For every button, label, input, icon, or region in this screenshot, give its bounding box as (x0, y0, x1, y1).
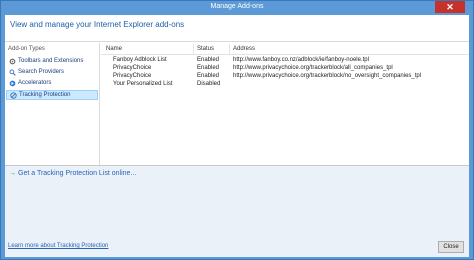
details-pane: → Get a Tracking Protection List online..… (5, 166, 469, 234)
row-address: http://www.fanboy.co.nz/adblock/ie/fanbo… (233, 57, 369, 63)
arrow-right-icon: → (9, 170, 16, 177)
column-header-name[interactable]: Name (106, 46, 122, 52)
row-name: Your Personalized List (113, 81, 173, 87)
addon-types-sidebar: Add-on Types Toolbars and Extensions Sea… (5, 43, 100, 165)
get-tracking-list-link[interactable]: → Get a Tracking Protection List online..… (9, 170, 136, 177)
window-close-button[interactable]: ✕ (435, 1, 465, 13)
sidebar-item-tracking-protection[interactable]: Tracking Protection (6, 90, 98, 100)
learn-more-link[interactable]: Learn more about Tracking Protection (8, 243, 108, 249)
list-header: Name Status Address (101, 43, 469, 55)
list-row[interactable]: Fanboy Adblock List Enabled http://www.f… (101, 57, 469, 65)
column-header-status[interactable]: Status (197, 46, 214, 52)
column-separator[interactable] (193, 44, 194, 54)
sidebar-item-label: Accelerators (18, 80, 52, 86)
gear-icon (9, 58, 16, 65)
row-name: PrivacyChoice (113, 73, 152, 79)
client-area: View and manage your Internet Explorer a… (5, 15, 469, 257)
manage-addons-window: Manage Add-ons ✕ View and manage your In… (0, 0, 474, 260)
row-name: Fanboy Adblock List (113, 57, 167, 63)
search-icon (9, 69, 16, 76)
tracking-protection-icon (10, 92, 17, 99)
footer: Learn more about Tracking Protection Clo… (5, 234, 469, 257)
row-name: PrivacyChoice (113, 65, 152, 71)
get-tracking-list-label: Get a Tracking Protection List online... (18, 170, 137, 177)
sidebar-item-label: Search Providers (18, 69, 65, 75)
list-row[interactable]: PrivacyChoice Enabled http://www.privacy… (101, 73, 469, 81)
row-status: Enabled (197, 65, 220, 71)
sidebar-item-label: Toolbars and Extensions (18, 58, 84, 64)
header: View and manage your Internet Explorer a… (5, 15, 469, 42)
window-title: Manage Add-ons (210, 3, 264, 10)
sidebar-item-toolbars-extensions[interactable]: Toolbars and Extensions (6, 57, 98, 67)
row-address: http://www.privacychoice.org/trackerbloc… (233, 65, 393, 71)
sidebar-item-accelerators[interactable]: Accelerators (6, 79, 98, 89)
accelerator-icon (9, 80, 16, 87)
sidebar-item-label: Tracking Protection (19, 92, 71, 98)
header-text: View and manage your Internet Explorer a… (10, 20, 185, 29)
title-bar[interactable]: Manage Add-ons ✕ (1, 1, 473, 15)
close-button[interactable]: Close (438, 241, 464, 253)
sidebar-item-search-providers[interactable]: Search Providers (6, 68, 98, 78)
addon-list: Name Status Address Fanboy Adblock List … (101, 43, 469, 165)
list-row[interactable]: Your Personalized List Disabled (101, 81, 469, 89)
list-row[interactable]: PrivacyChoice Enabled http://www.privacy… (101, 65, 469, 73)
row-address: http://www.privacychoice.org/trackerbloc… (233, 73, 422, 79)
column-separator[interactable] (229, 44, 230, 54)
row-status: Enabled (197, 57, 220, 63)
row-status: Enabled (197, 73, 220, 79)
sidebar-title: Add-on Types (8, 46, 45, 52)
column-header-address[interactable]: Address (233, 46, 255, 52)
row-status: Disabled (197, 81, 221, 87)
